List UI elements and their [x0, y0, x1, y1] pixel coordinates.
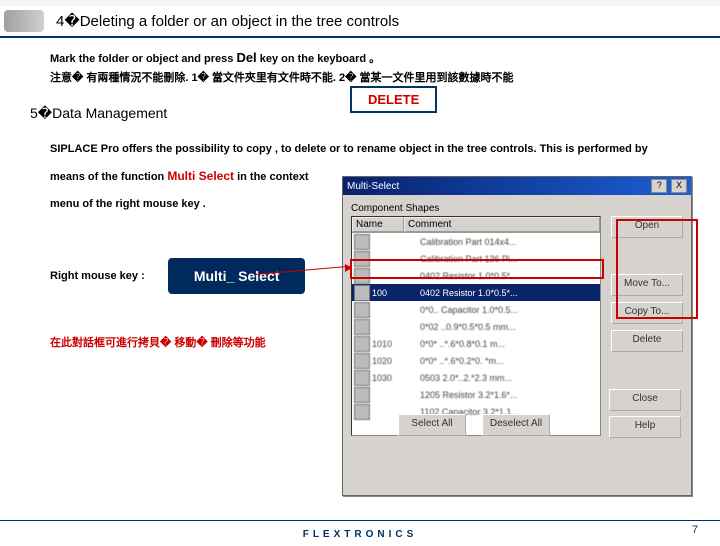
list-item[interactable]: 0402 Resistor 1.0*0.5*... [352, 267, 600, 284]
delete-button[interactable]: Delete [611, 330, 683, 352]
select-all-button[interactable]: Select All [398, 414, 466, 436]
footer-brand: FLEXTRONICS [0, 520, 720, 540]
item-icon [354, 370, 370, 386]
item-icon [354, 387, 370, 403]
list-item[interactable]: Calibration Part 136 Pi... [352, 250, 600, 267]
multi-select-button: Multi_ Select [168, 258, 306, 294]
note-line: 注意� 有兩種情況不能刪除. 1� 當文件夾里有文件時不能. 2� 當某一文件里… [50, 69, 680, 85]
col-comment[interactable]: Comment [404, 217, 600, 232]
col-name[interactable]: Name [352, 217, 404, 232]
body-line-1: SIPLACE Pro offers the possibility to co… [50, 143, 648, 155]
body-line-2b: in the context [237, 171, 309, 183]
list-item[interactable]: Calibration Part 014x4... [352, 233, 600, 250]
help-button[interactable]: Help [609, 416, 681, 438]
listview[interactable]: Name Comment Calibration Part 014x4... C… [351, 216, 601, 436]
group-label: Component Shapes [351, 203, 683, 214]
list-item-selected[interactable]: 1000402 Resistor 1.0*0.5*... [352, 284, 600, 301]
dialog-titlebar: Multi-Select ? X [343, 177, 691, 195]
move-to-button[interactable]: Move To... [611, 274, 683, 296]
list-item[interactable]: 10100*0* ..*.6*0.8*0.1 m... [352, 335, 600, 352]
body-line-3: menu of the right mouse key . [50, 198, 206, 210]
instruction-line: Mark the folder or object and press Del … [50, 50, 680, 66]
dialog-title-text: Multi-Select [347, 181, 399, 192]
item-icon [354, 251, 370, 267]
list-item[interactable]: 10200*0* ..*.6*0.2*0. *m... [352, 352, 600, 369]
item-icon [354, 336, 370, 352]
item-icon [354, 285, 370, 301]
delete-button-graphic: DELETE [350, 86, 437, 113]
page-number: 7 [692, 524, 698, 536]
close-button[interactable]: Close [609, 389, 681, 411]
list-item[interactable]: 0*02 ..0.9*0.5*0.5 mm... [352, 318, 600, 335]
multi-select-dialog: Multi-Select ? X Component Shapes Name C… [342, 176, 692, 496]
help-icon[interactable]: ? [651, 179, 667, 193]
section-4-title: 4�Deleting a folder or an object in the … [56, 12, 399, 30]
body-line-2a: means of the function [50, 171, 167, 183]
deselect-all-button[interactable]: Deselect All [482, 414, 550, 436]
header-graphic [4, 10, 44, 32]
item-icon [354, 268, 370, 284]
item-icon [354, 404, 370, 420]
listview-header: Name Comment [352, 217, 600, 233]
close-icon[interactable]: X [671, 179, 687, 193]
annotation-arrow-head [345, 264, 352, 272]
multi-select-inline: Multi Select [167, 169, 234, 183]
open-button[interactable]: Open [611, 216, 683, 238]
item-icon [354, 302, 370, 318]
header-bar: 4�Deleting a folder or an object in the … [0, 6, 720, 38]
list-item[interactable]: 0*0.. Capacitor 1.0*0.5... [352, 301, 600, 318]
list-item[interactable]: 1205 Resistor 3.2*1.6*... [352, 386, 600, 403]
item-icon [354, 353, 370, 369]
right-key-label: Right mouse key : [50, 269, 145, 281]
item-icon [354, 234, 370, 250]
item-icon [354, 319, 370, 335]
list-item[interactable]: 10300503 2.0*..2.*2.3 mm... [352, 369, 600, 386]
copy-to-button[interactable]: Copy To... [611, 302, 683, 324]
